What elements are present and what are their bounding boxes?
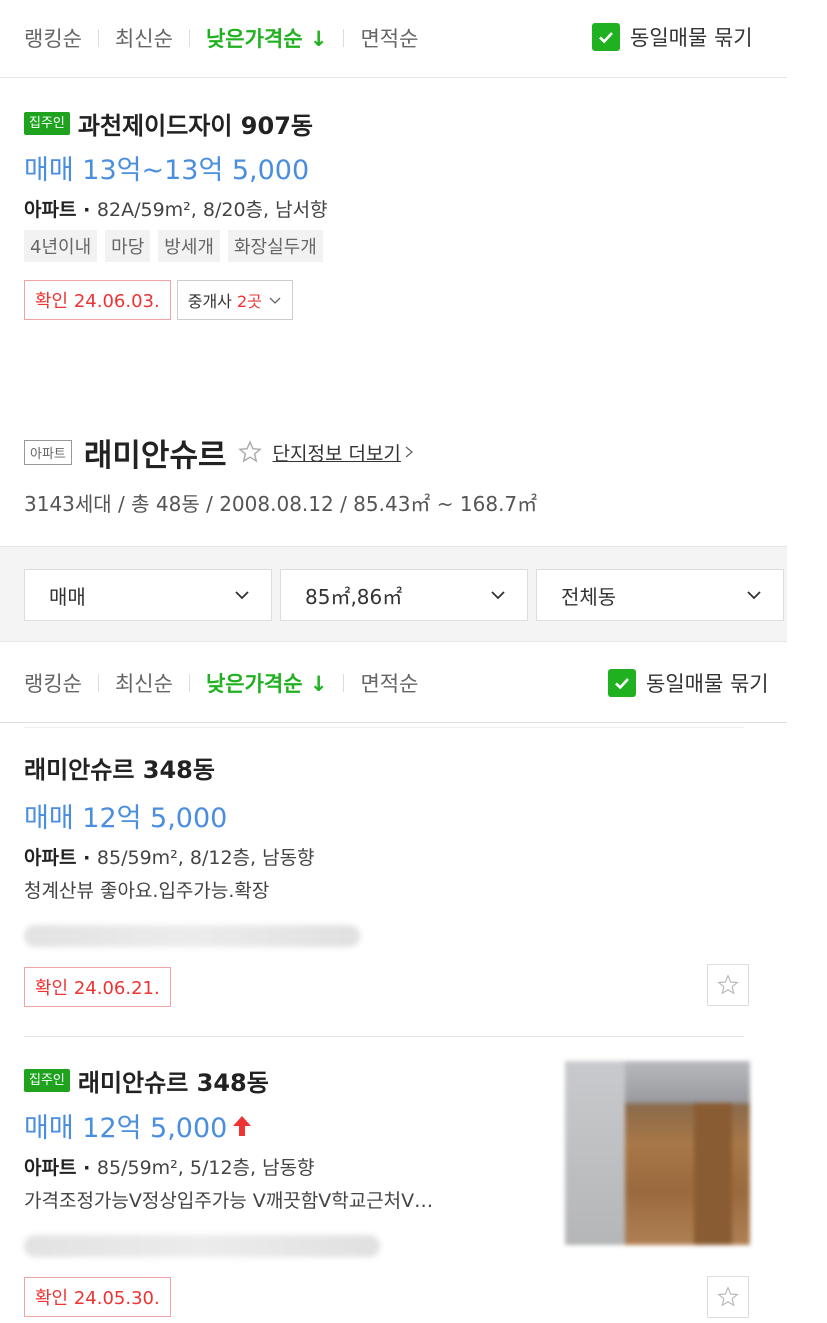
feature-tags: 4년이내 마당 방세개 화장실두개 [24,230,764,262]
divider [0,722,787,723]
listing-price: 매매 13억~13억 5,000 [24,155,310,186]
complex-type-badge: 아파트 [24,439,72,465]
tag: 4년이내 [24,230,98,262]
divider [343,29,345,47]
chevron-down-icon [235,591,249,600]
listing-price: 매매 12억 5,000 [24,1113,228,1144]
divider [188,29,190,47]
owner-badge: 집주인 [24,111,70,135]
divider [97,29,99,47]
chevron-down-icon [747,591,761,600]
listing-price: 매매 12억 5,000 [24,803,228,834]
star-outline-icon[interactable] [237,439,263,465]
sort-ranking[interactable]: 랭킹순 [24,668,82,698]
tag: 마당 [105,230,151,262]
sort-latest[interactable]: 최신순 [115,668,173,698]
confirm-date-badge: 확인 24.05.30. [24,1277,171,1317]
sort-low-price[interactable]: 낮은가격순 ↓ [206,23,328,53]
divider [188,674,190,692]
listing-card[interactable]: 집주인 과천제이드자이 907동 매매 13억~13억 5,000 아파트 · … [24,108,764,320]
divider [0,77,787,78]
dong-value: 전체동 [561,584,617,609]
spec-details: 82A/59m², 8/20층, 남서향 [96,199,328,221]
favorite-button[interactable] [707,964,749,1006]
listing-specs: 아파트 · 85/59m², 8/12층, 남동향 [24,847,315,869]
divider [343,674,345,692]
trade-type-value: 매매 [49,584,86,609]
complex-meta: 3143세대 / 총 48동 / 2008.08.12 / 85.43㎡ ~ 1… [24,492,538,516]
agent-count: 2곳 [237,292,262,311]
tag: 화장실두개 [227,230,323,262]
photo-door [694,1103,732,1245]
sort-latest[interactable]: 최신순 [115,23,173,53]
listing-specs: 아파트 · 85/59m², 5/12층, 남동향 [24,1157,315,1179]
dong-select[interactable]: 전체동 [536,569,784,621]
chevron-down-icon [491,591,505,600]
sort-ranking[interactable]: 랭킹순 [24,23,82,53]
property-type: 아파트 [24,1157,77,1179]
listing-title[interactable]: 래미안슈르 348동 [78,1063,269,1098]
group-label: 동일매물 묶기 [646,672,769,696]
chevron-down-icon [269,297,281,304]
listing-card[interactable]: 집주인 래미안슈르 348동 매매 12억 5,000 아파트 · 85/59m… [24,1064,544,1317]
sort-area[interactable]: 면적순 [360,668,418,698]
area-select[interactable]: 85㎡,86㎡ [280,569,528,621]
sort-bar-bottom: 랭킹순 최신순 낮은가격순 ↓ 면적순 동일매물 묶기 [0,644,787,722]
price-up-arrow-icon [233,1115,252,1136]
checkbox-checked-icon[interactable] [592,23,620,51]
listing-specs: 아파트 · 82A/59m², 8/20층, 남서향 [24,199,328,221]
star-outline-icon [717,974,739,995]
confirm-date-badge: 확인 24.06.03. [24,280,171,320]
complex-detail-link[interactable]: 단지정보 더보기 [273,439,401,466]
blurred-agent-info [24,925,360,947]
listing-title[interactable]: 과천제이드자이 907동 [78,106,313,141]
divider [97,674,99,692]
sort-area[interactable]: 면적순 [360,23,418,53]
property-type: 아파트 [24,847,77,869]
listing-description: 가격조정가능V정상입주가능 V깨끗함V학교근처V… [24,1190,434,1212]
property-type: 아파트 [24,199,77,221]
spec-details: 85/59m², 8/12층, 남동향 [96,847,315,869]
agent-label: 중개사 [187,292,232,311]
listing-card[interactable]: 래미안슈르 348동 매매 12억 5,000 아파트 · 85/59m², 8… [24,754,764,1007]
listing-description: 청계산뷰 좋아요.입주가능.확장 [24,880,270,902]
listing-title[interactable]: 래미안슈르 348동 [24,754,764,786]
tag: 방세개 [158,230,220,262]
photo-wall [565,1061,625,1245]
complex-header: 아파트 래미안슈르 단지정보 더보기 3143세대 / 총 48동 / 2008… [24,432,784,517]
sort-low-price[interactable]: 낮은가격순 ↓ [206,668,328,698]
checkbox-checked-icon[interactable] [608,669,636,697]
divider [24,727,744,728]
complex-name: 래미안슈르 [83,437,227,474]
blurred-agent-info [24,1235,380,1257]
sort-bar-top: 랭킹순 최신순 낮은가격순 ↓ 면적순 동일매물 묶기 [0,0,787,76]
divider [24,1036,744,1037]
favorite-button[interactable] [707,1276,749,1318]
group-same-listings-toggle[interactable]: 동일매물 묶기 [592,22,753,52]
spec-details: 85/59m², 5/12층, 남동향 [96,1157,315,1179]
group-same-listings-toggle[interactable]: 동일매물 묶기 [608,668,769,698]
chevron-right-icon [405,446,413,458]
listing-photo[interactable] [565,1061,750,1245]
owner-badge: 집주인 [24,1068,70,1092]
confirm-date-badge: 확인 24.06.21. [24,967,171,1007]
agent-count-dropdown[interactable]: 중개사 2곳 [176,280,293,320]
area-value: 85㎡,86㎡ [305,584,403,609]
group-label: 동일매물 묶기 [630,26,753,50]
star-outline-icon [717,1286,739,1307]
trade-type-select[interactable]: 매매 [24,569,272,621]
